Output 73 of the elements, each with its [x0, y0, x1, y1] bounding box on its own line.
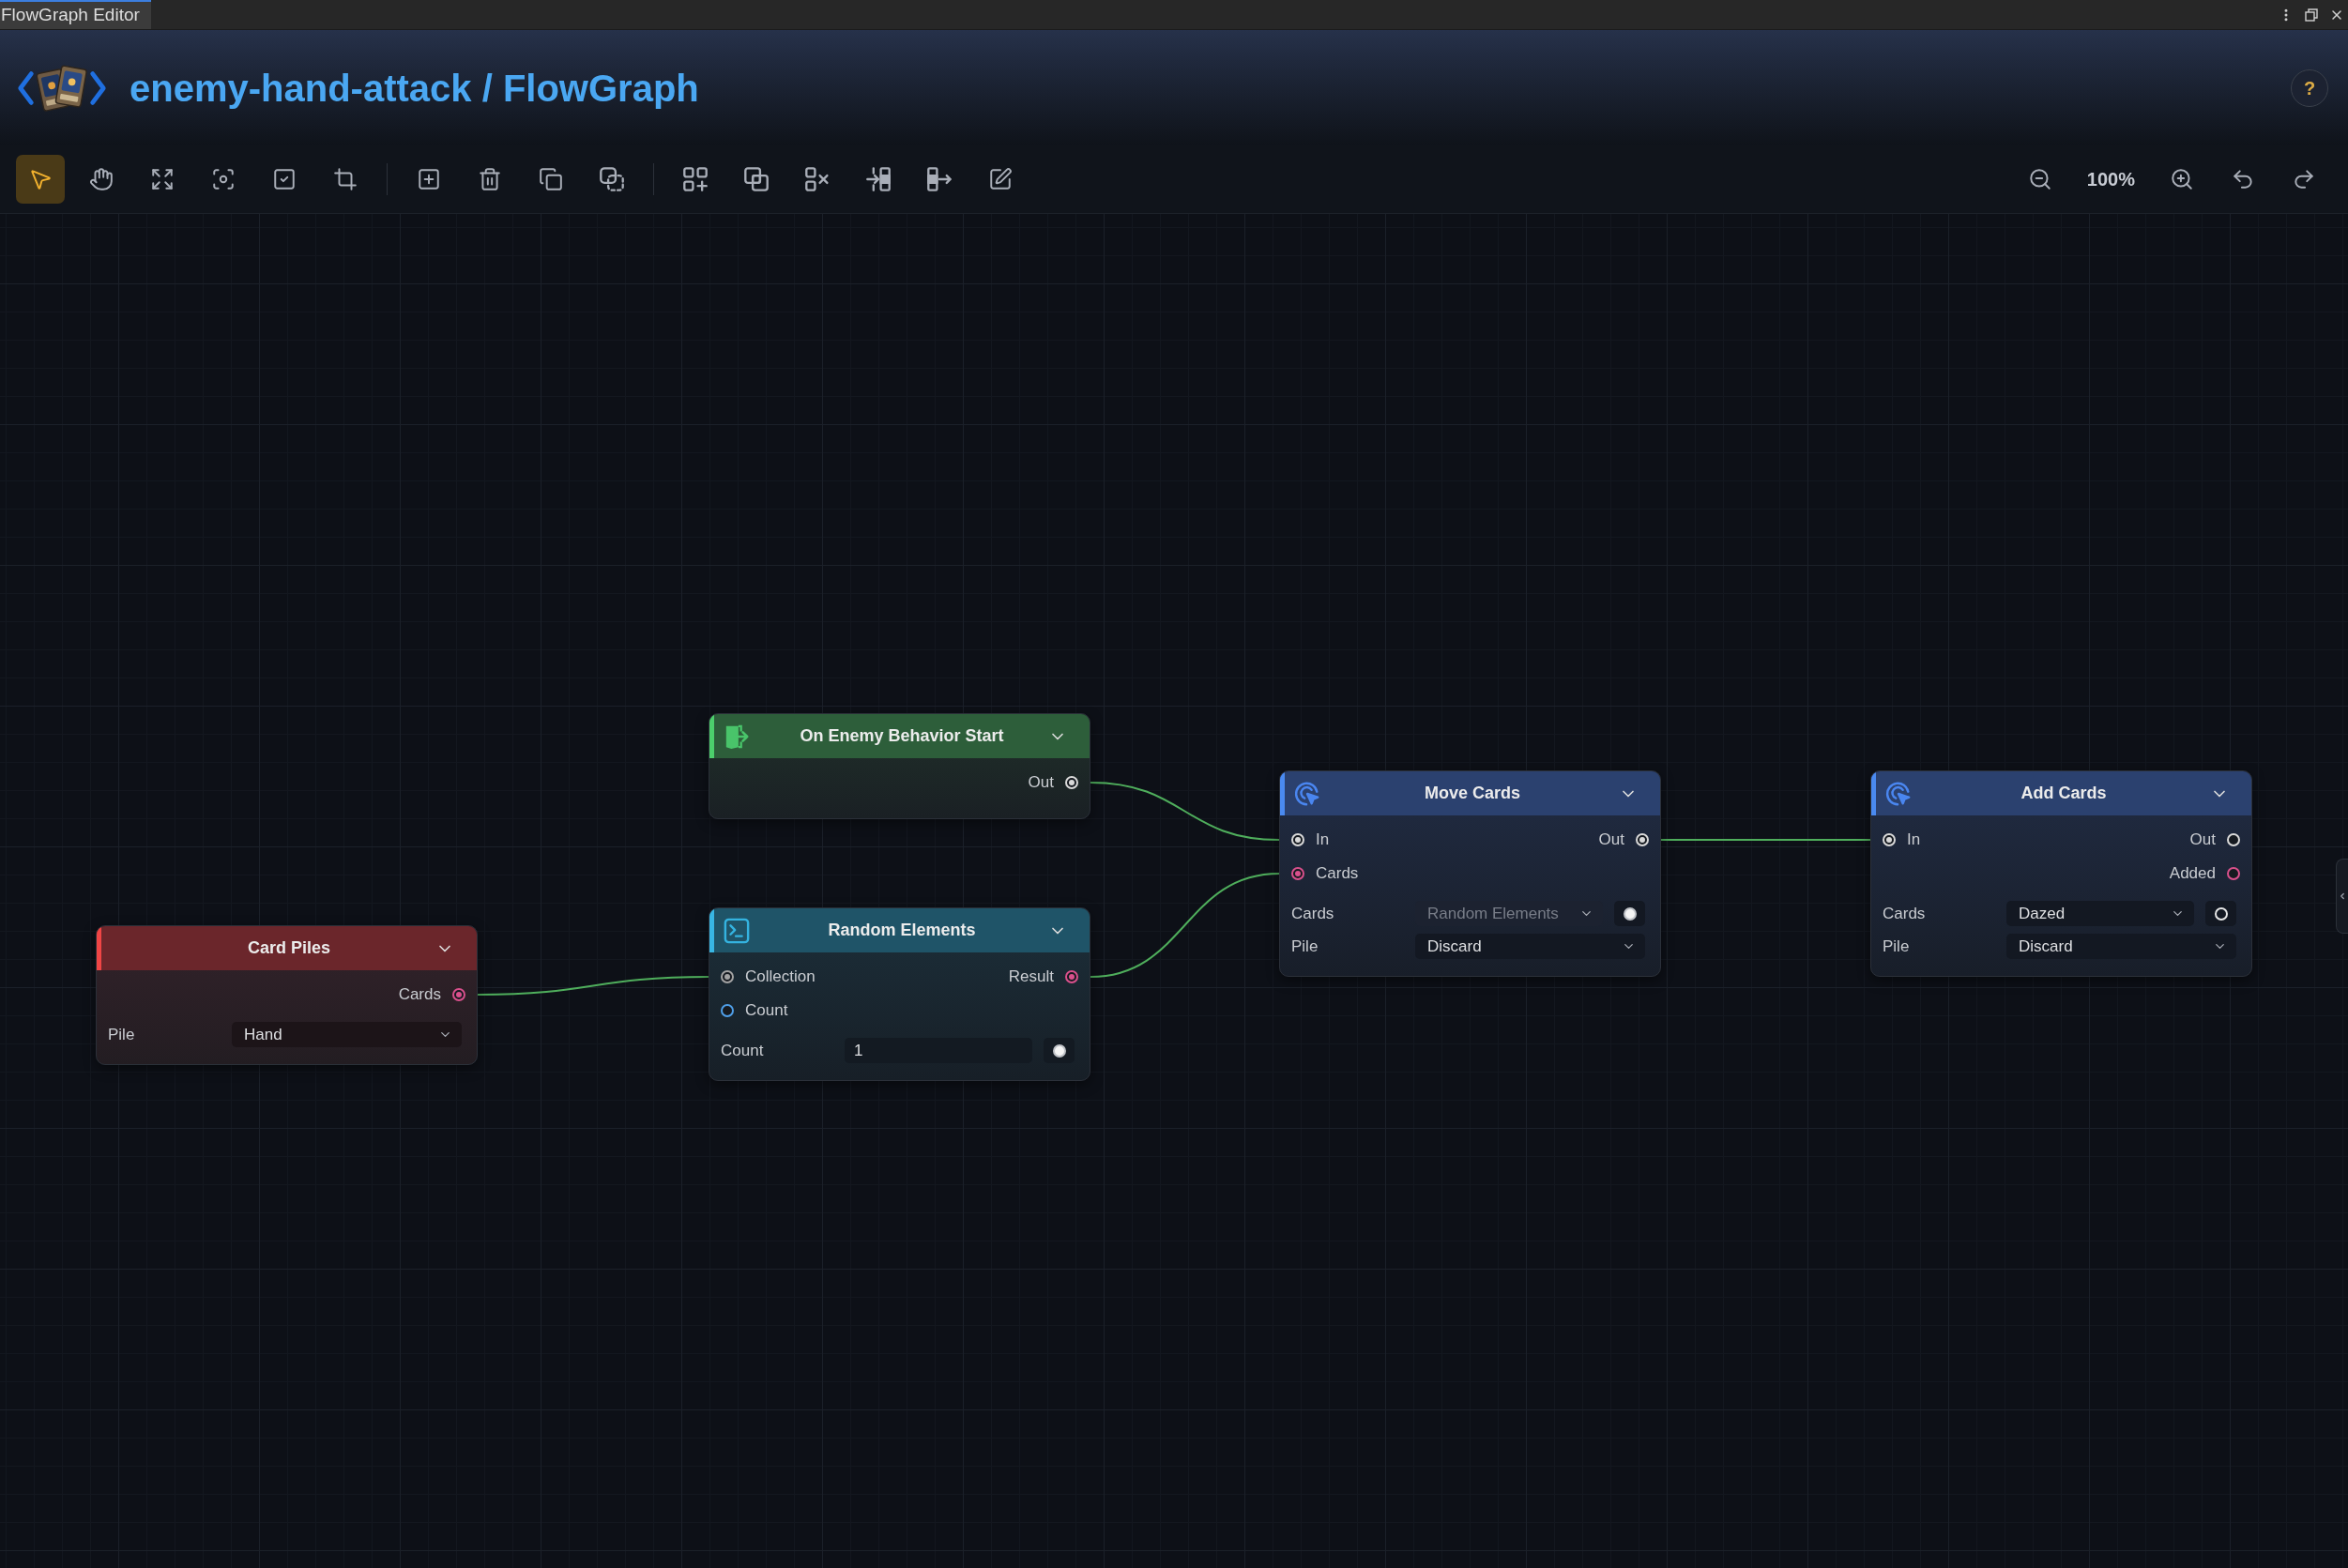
chevron-left-icon [2338, 891, 2347, 901]
node-header[interactable]: Card Piles [97, 926, 477, 970]
pointer-icon [28, 167, 53, 191]
port-toggle[interactable] [1044, 1038, 1075, 1063]
field-label: Pile [108, 1025, 135, 1043]
port-icon[interactable] [721, 970, 734, 983]
port-label: Result [1008, 967, 1054, 988]
tool-button[interactable] [16, 155, 65, 204]
port-toggle[interactable] [1614, 901, 1645, 926]
pen-square-icon [988, 167, 1013, 191]
trash-icon [478, 167, 502, 191]
node-title: Random Elements [828, 920, 976, 941]
field-label: Pile [1883, 936, 1910, 955]
zoom-out-icon [2027, 167, 2052, 191]
node-header[interactable]: On Enemy Behavior Start [709, 714, 1090, 758]
dropdown[interactable]: Dazed [2006, 901, 2194, 926]
graph-node[interactable]: Random Elements Collection Result Count Count 1 [709, 907, 1090, 1081]
port-toggle[interactable] [2205, 901, 2236, 926]
dropdown[interactable]: Hand [232, 1022, 462, 1047]
hand-icon [89, 167, 114, 191]
number-field[interactable]: 1 [845, 1038, 1032, 1063]
node-header[interactable]: Add Cards [1871, 771, 2251, 815]
window-icon[interactable] [2305, 8, 2318, 22]
copy-icon [539, 167, 563, 191]
grid-plus-icon [683, 167, 708, 191]
graph-node[interactable]: On Enemy Behavior Start Out [709, 713, 1090, 819]
field-label: Cards [1883, 904, 1926, 922]
port-label: In [1907, 830, 1921, 851]
node-title: Add Cards [2020, 783, 2107, 804]
squares-x-icon [805, 167, 830, 191]
zoom-level: 100% [2086, 168, 2135, 191]
port-label: Out [1598, 830, 1624, 851]
arrow-out-of-bar-icon [927, 167, 952, 191]
port-label: Out [2189, 830, 2216, 851]
port-label: Added [2169, 863, 2216, 885]
undo-icon [2231, 167, 2255, 191]
zoom-in-icon [2170, 167, 2194, 191]
window-tab[interactable]: FlowGraph Editor [0, 0, 151, 29]
port-label: Cards [398, 984, 441, 1006]
port-icon[interactable] [721, 1004, 734, 1017]
dashed-squares-icon [600, 167, 624, 191]
field-label: Cards [1291, 904, 1334, 922]
node-header[interactable]: Move Cards [1280, 771, 1660, 815]
node-title: Card Piles [247, 937, 330, 959]
node-title: Move Cards [1424, 783, 1520, 804]
expand-arrows-icon [150, 167, 175, 191]
terminal-icon [724, 917, 750, 944]
port-label: In [1316, 830, 1330, 851]
node-title: On Enemy Behavior Start [800, 725, 1004, 747]
overlapping-squares-icon [744, 167, 769, 191]
port-label: Count [745, 1000, 788, 1022]
help-button[interactable]: ? [2291, 69, 2328, 107]
page-title: enemy-hand-attack / FlowGraph [130, 66, 699, 111]
target-pointer-icon [1294, 780, 1320, 807]
plus-square-icon [417, 167, 441, 191]
focus-icon [211, 167, 236, 191]
side-panel-handle[interactable] [2336, 859, 2348, 934]
port-label: Cards [1316, 863, 1359, 885]
arrow-into-bar-icon [866, 167, 891, 191]
target-pointer-icon [1885, 780, 1912, 807]
graph-node[interactable]: Add Cards In Out Added Cards Dazed Pile Discard [1870, 770, 2252, 977]
door-exit-icon [724, 723, 750, 750]
port-label: Out [1028, 772, 1054, 794]
graph-node[interactable]: Card Piles Cards Pile Hand [96, 925, 478, 1065]
port-label: Collection [745, 967, 816, 988]
checkbox-icon [272, 167, 297, 191]
field-label: Pile [1291, 936, 1319, 955]
node-header[interactable]: Random Elements [709, 908, 1090, 952]
dropdown[interactable]: Discard [2006, 934, 2236, 959]
dropdown[interactable]: Discard [1415, 934, 1645, 959]
field-label: Count [721, 1041, 764, 1059]
crop-icon [333, 167, 358, 191]
redo-icon [2292, 167, 2316, 191]
